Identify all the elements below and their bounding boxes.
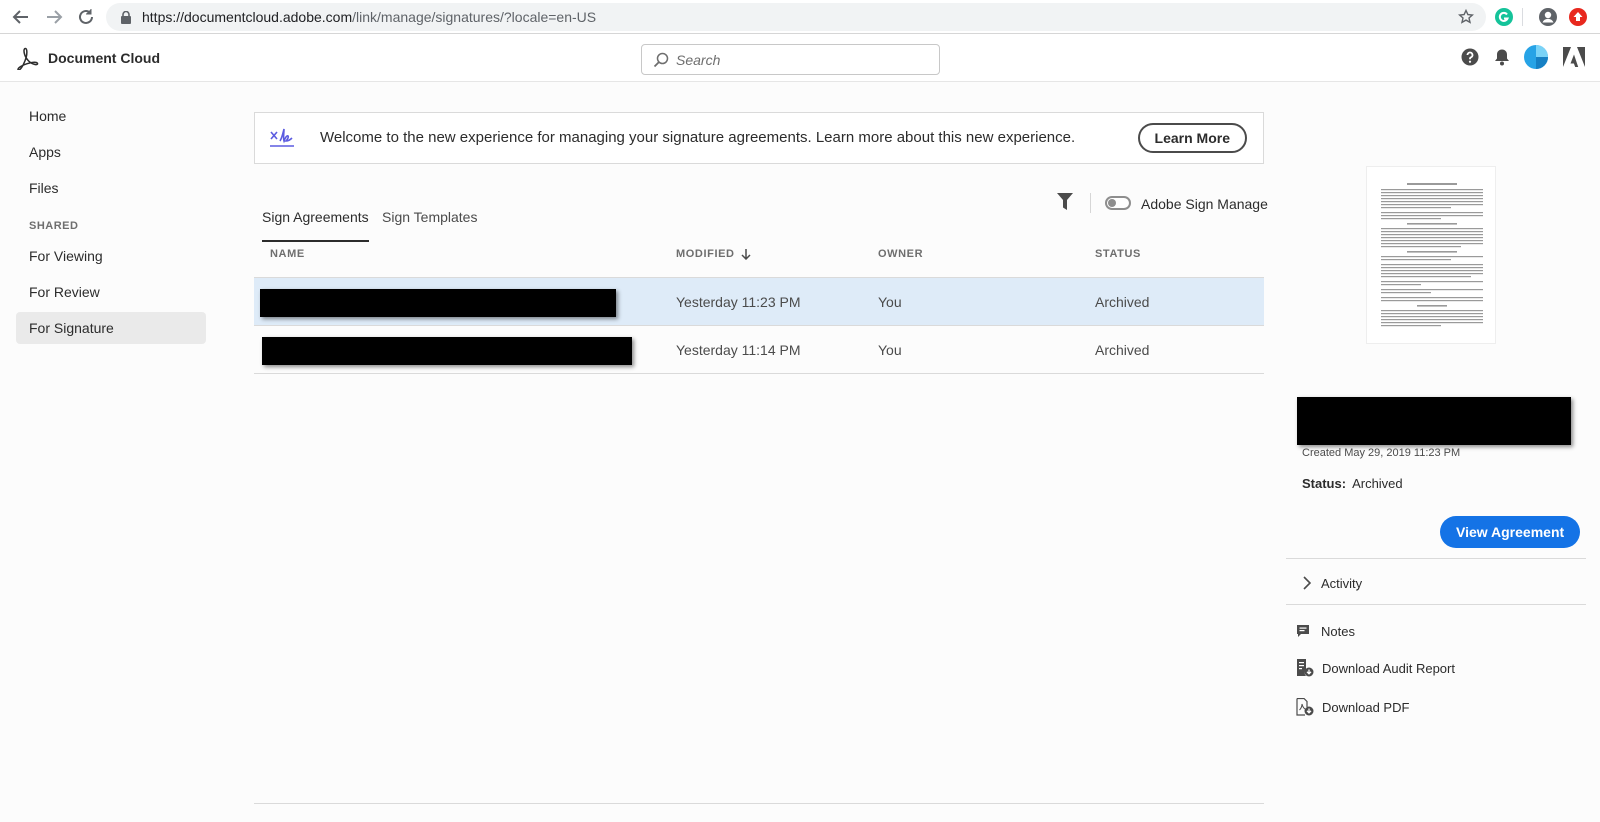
row-owner: You xyxy=(878,342,902,358)
brand-name[interactable]: Document Cloud xyxy=(48,50,160,66)
user-avatar-icon[interactable] xyxy=(1524,45,1548,69)
sidebar: Home Apps Files SHARED For Viewing For R… xyxy=(16,100,206,348)
app-header: Document Cloud xyxy=(0,34,1600,82)
tab-sign-agreements[interactable]: Sign Agreements xyxy=(262,200,369,242)
row-owner: You xyxy=(878,294,902,310)
table-header: NAME MODIFIED OWNER STATUS xyxy=(254,242,1264,278)
document-thumbnail[interactable] xyxy=(1366,166,1496,344)
table-row[interactable]: Yesterday 11:14 PM You Archived xyxy=(254,326,1264,374)
profile-avatar-icon[interactable] xyxy=(1538,7,1558,27)
view-agreement-button[interactable]: View Agreement xyxy=(1440,516,1581,548)
download-audit-report-action[interactable]: Download Audit Report xyxy=(1296,658,1576,680)
notes-action[interactable]: Notes xyxy=(1296,622,1576,642)
adobe-sign-manage-label: Adobe Sign Manage xyxy=(1141,196,1268,212)
table-row[interactable]: Yesterday 11:23 PM You Archived xyxy=(254,278,1264,326)
bookmark-star-icon[interactable] xyxy=(1458,9,1474,25)
sidebar-item-apps[interactable]: Apps xyxy=(16,136,206,168)
redacted-agreement-title xyxy=(1297,397,1571,445)
row-status: Archived xyxy=(1095,294,1150,310)
agreements-table: NAME MODIFIED OWNER STATUS Yesterday 11:… xyxy=(254,242,1264,374)
sidebar-section-shared: SHARED xyxy=(29,220,79,232)
sidebar-item-files[interactable]: Files xyxy=(16,172,206,204)
audit-report-download-icon xyxy=(1296,659,1314,677)
sidebar-item-for-viewing[interactable]: For Viewing xyxy=(16,240,206,272)
sidebar-item-for-signature[interactable]: For Signature xyxy=(16,312,206,344)
pdf-download-icon xyxy=(1296,698,1314,716)
url-text: https://documentcloud.adobe.com/link/man… xyxy=(142,9,597,25)
agreement-status: Status: Archived xyxy=(1302,476,1403,491)
table-bottom-divider xyxy=(254,803,1264,804)
sort-down-arrow-icon xyxy=(741,248,751,260)
column-header-name[interactable]: NAME xyxy=(270,248,305,260)
column-header-status[interactable]: STATUS xyxy=(1095,248,1141,260)
welcome-banner: Welcome to the new experience for managi… xyxy=(254,112,1264,164)
back-arrow-icon[interactable] xyxy=(12,8,30,26)
adobe-logo-icon[interactable] xyxy=(1563,47,1585,67)
sidebar-item-for-review[interactable]: For Review xyxy=(16,276,206,308)
learn-more-button[interactable]: Learn More xyxy=(1137,123,1247,153)
created-date: Created May 29, 2019 11:23 PM xyxy=(1302,447,1461,459)
update-extension-icon[interactable] xyxy=(1568,7,1588,27)
sidebar-item-home[interactable]: Home xyxy=(16,100,206,132)
banner-text: Welcome to the new experience for managi… xyxy=(320,129,1076,146)
activity-expander[interactable]: Activity xyxy=(1296,574,1576,594)
notifications-bell-icon[interactable] xyxy=(1493,48,1511,66)
search-box[interactable] xyxy=(641,44,940,75)
toolbar-divider xyxy=(1522,8,1523,26)
column-header-modified[interactable]: MODIFIED xyxy=(676,248,751,260)
notes-comment-icon xyxy=(1296,624,1310,638)
tab-sign-templates[interactable]: Sign Templates xyxy=(382,200,477,242)
grammarly-extension-icon[interactable] xyxy=(1494,7,1514,27)
adobe-sign-manage-toggle[interactable] xyxy=(1105,196,1131,210)
browser-toolbar: https://documentcloud.adobe.com/link/man… xyxy=(0,0,1600,34)
panel-divider xyxy=(1286,604,1586,605)
download-pdf-action[interactable]: Download PDF xyxy=(1296,697,1576,719)
redacted-agreement-name xyxy=(262,337,632,365)
redacted-agreement-name xyxy=(260,289,616,317)
filter-icon[interactable] xyxy=(1057,193,1073,211)
row-modified: Yesterday 11:23 PM xyxy=(676,294,801,310)
address-bar[interactable]: https://documentcloud.adobe.com/link/man… xyxy=(106,3,1486,31)
help-icon[interactable] xyxy=(1461,48,1479,66)
signature-icon xyxy=(269,127,295,149)
search-input[interactable] xyxy=(676,49,926,71)
acrobat-logo-icon[interactable] xyxy=(13,46,39,70)
lock-icon xyxy=(120,11,132,24)
search-icon xyxy=(653,52,669,68)
row-status: Archived xyxy=(1095,342,1150,358)
reload-icon[interactable] xyxy=(77,8,95,26)
panel-divider xyxy=(1286,558,1586,559)
column-header-owner[interactable]: OWNER xyxy=(878,248,923,260)
chevron-right-icon xyxy=(1303,576,1311,590)
toolbar-divider xyxy=(1090,193,1091,213)
forward-arrow-icon[interactable] xyxy=(45,8,63,26)
row-modified: Yesterday 11:14 PM xyxy=(676,342,801,358)
